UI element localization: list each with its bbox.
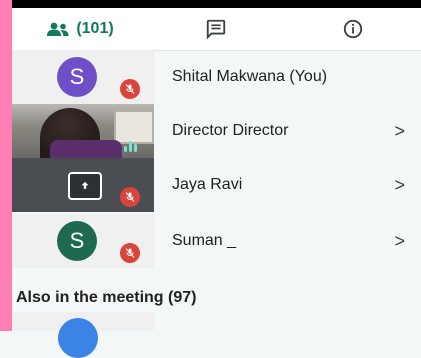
tab-people[interactable]: (101): [12, 8, 148, 50]
chevron-right-icon[interactable]: >: [394, 214, 405, 268]
chevron-right-icon[interactable]: >: [394, 158, 405, 212]
participant-name: Director Director: [172, 122, 289, 139]
participant-tile: S: [12, 50, 154, 104]
participant-list: S Shital Makwana (You) Director Director…: [12, 50, 421, 358]
avatar: S: [57, 57, 97, 97]
tab-bar: (101): [12, 8, 421, 57]
participant-row[interactable]: Director Director >: [12, 104, 421, 158]
participant-name: Suman _: [172, 232, 237, 249]
person-clothing: [50, 140, 122, 158]
avatar-letter: S: [69, 228, 85, 253]
participant-name: Shital Makwana (You): [172, 68, 328, 85]
mic-off-icon: [120, 243, 140, 263]
speaking-indicator-icon: [124, 141, 137, 152]
chat-icon: [206, 19, 226, 40]
section-heading: Also in the meeting (97): [16, 289, 197, 306]
avatar: S: [57, 221, 97, 261]
tab-info[interactable]: [284, 8, 421, 50]
avatar: [58, 318, 98, 358]
participant-row[interactable]: Jaya Ravi >: [12, 158, 421, 212]
left-edge-strip: [0, 0, 12, 331]
participant-name: Jaya Ravi: [172, 176, 243, 193]
people-icon: [47, 22, 69, 36]
participant-row[interactable]: S Shital Makwana (You): [12, 50, 421, 104]
mic-off-icon: [120, 187, 140, 207]
mic-off-icon: [120, 79, 140, 99]
avatar-letter: S: [69, 64, 85, 89]
participant-tile: S: [12, 214, 154, 268]
people-count: (101): [76, 20, 114, 37]
tab-chat[interactable]: [148, 8, 284, 50]
status-bar: [12, 0, 421, 8]
chevron-right-icon[interactable]: >: [394, 104, 405, 158]
participant-video-tile: [12, 104, 154, 158]
info-icon: [343, 19, 362, 39]
participant-row[interactable]: S Suman _ >: [12, 214, 421, 268]
screen-share-icon: [68, 172, 102, 200]
background-window: [114, 110, 154, 144]
participant-tile: [12, 158, 154, 212]
